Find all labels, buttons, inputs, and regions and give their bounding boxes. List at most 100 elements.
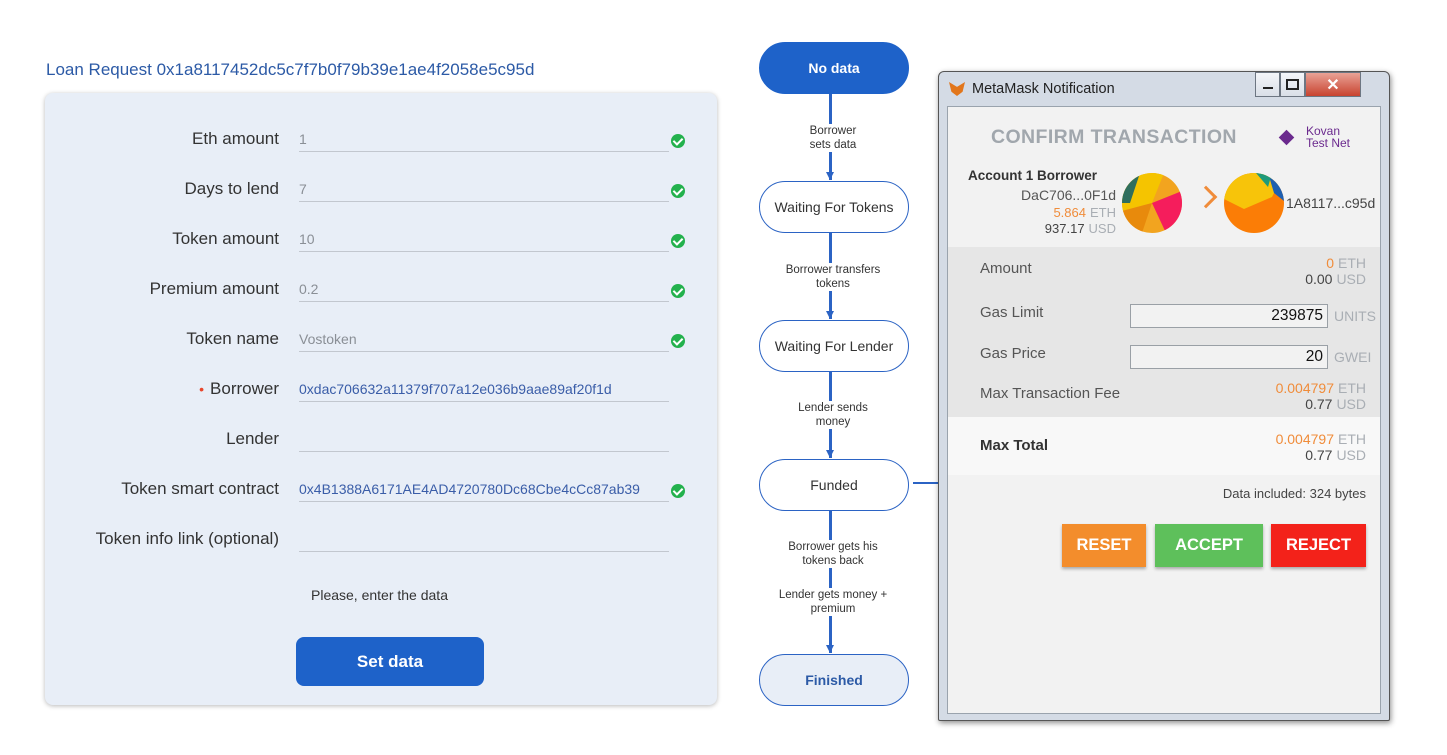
edge-label: Borrower gets his tokens back (760, 540, 906, 568)
form-row-token-amount: Token amount 10 (45, 226, 717, 256)
arrow-down-icon (826, 450, 834, 458)
flow-connector (913, 482, 941, 484)
amount-label: Amount (980, 260, 1032, 277)
valid-check-icon (671, 184, 685, 198)
field-label: • Borrower (199, 379, 279, 399)
eth-amount-input[interactable]: 1 (299, 126, 669, 152)
state-no-data: No data (759, 42, 909, 94)
lender-input[interactable] (299, 426, 669, 452)
arrow-down-icon (826, 645, 834, 653)
amount-value: 0 ETH 0.00 USD (1305, 255, 1366, 287)
usd-unit: USD (1336, 396, 1366, 412)
field-label: Premium amount (149, 279, 279, 298)
account-address: DaC706...0F1d (1021, 187, 1116, 203)
set-data-button[interactable]: Set data (296, 637, 484, 686)
edge-label: Lender sends money (760, 401, 906, 429)
valid-check-icon (671, 134, 685, 148)
reset-button[interactable]: RESET (1062, 524, 1146, 567)
valid-check-icon (671, 334, 685, 348)
account-avatar (1122, 173, 1182, 233)
token-info-link-input[interactable] (299, 526, 669, 552)
field-label: Lender (226, 429, 279, 448)
form-row-eth-amount: Eth amount 1 (45, 126, 717, 156)
required-marker: • (199, 381, 205, 397)
max-total-eth: 0.004797 (1275, 431, 1334, 447)
scrollbar[interactable] (1380, 257, 1381, 637)
eth-unit: ETH (1090, 205, 1116, 220)
recipient-address: 1A8117...c95d (1286, 195, 1376, 211)
close-icon[interactable]: ✕ (1305, 72, 1361, 97)
max-fee-value: 0.004797 ETH 0.77 USD (1276, 380, 1366, 412)
state-waiting-for-tokens: Waiting For Tokens (759, 181, 909, 233)
max-total-usd: 0.77 (1305, 447, 1333, 463)
recipient-avatar (1224, 173, 1284, 233)
fee-details: Amount 0ETH 0.00USD Gas Limit UNITS Gas … (948, 247, 1380, 417)
state-waiting-for-lender: Waiting For Lender (759, 320, 909, 372)
form-row-token-name: Token name Vostoken (45, 326, 717, 356)
gas-price-label: Gas Price (980, 345, 1046, 362)
token-amount-input[interactable]: 10 (299, 226, 669, 252)
minimize-icon[interactable] (1255, 72, 1280, 97)
window-titlebar[interactable]: MetaMask Notification ✕ (939, 72, 1389, 106)
amount-eth: 0 (1326, 255, 1334, 271)
network-type: Test Net (1306, 136, 1351, 150)
data-included-info: Data included: 324 bytes (1222, 486, 1366, 501)
field-label: Token amount (172, 229, 279, 248)
borrower-input[interactable]: 0xdac706632a11379f707a12e036b9aae89af20f… (299, 376, 669, 402)
token-name-input[interactable]: Vostoken (299, 326, 669, 352)
usd-unit: USD (1088, 221, 1116, 236)
field-label: Token smart contract (121, 479, 279, 498)
arrow-down-icon (826, 172, 834, 180)
edge-label: Borrower transfers tokens (760, 263, 906, 291)
reject-button[interactable]: REJECT (1271, 524, 1366, 567)
edge-label: Lender gets money + premium (760, 588, 906, 616)
account-usd-value: 937.17 (1044, 221, 1085, 236)
state-funded: Funded (759, 459, 909, 511)
max-fee-usd: 0.77 (1305, 396, 1333, 412)
state-finished: Finished (759, 654, 909, 706)
network-diamond-icon (1278, 129, 1295, 146)
edge-label: Borrower sets data (760, 124, 906, 152)
form-row-premium-amount: Premium amount 0.2 (45, 276, 717, 306)
max-fee-label: Max Transaction Fee (980, 385, 1121, 402)
loan-request-title: Loan Request 0x1a8117452dc5c7f7b0f79b39e… (46, 60, 535, 79)
loan-form: Eth amount 1 Days to lend 7 Token amount… (45, 93, 717, 705)
amount-usd: 0.00 (1305, 271, 1333, 287)
form-hint: Please, enter the data (311, 587, 448, 603)
max-total-row: Max Total 0.004797 ETH 0.77 USD (948, 417, 1380, 475)
field-label: Token info link (optional) (95, 529, 279, 548)
field-label: Days to lend (184, 179, 280, 198)
valid-check-icon (671, 284, 685, 298)
chevron-right-icon (1194, 185, 1218, 209)
account-eth-balance: 5.864 ETH (1053, 205, 1116, 220)
metamask-content: CONFIRM TRANSACTION Kovan Test Net Accou… (947, 106, 1381, 714)
metamask-fox-icon (949, 82, 965, 96)
gas-limit-input[interactable] (1130, 304, 1328, 328)
token-smart-contract-input[interactable]: 0x4B1388A6171AE4AD4720780Dc68Cbe4cCc87ab… (299, 476, 669, 502)
account-usd-balance: 937.17 USD (1045, 221, 1116, 236)
window-title: MetaMask Notification (972, 81, 1115, 97)
eth-unit: ETH (1338, 255, 1366, 271)
valid-check-icon (671, 484, 685, 498)
eth-unit: ETH (1338, 431, 1366, 447)
form-row-lender: Lender (45, 426, 717, 456)
accept-button[interactable]: ACCEPT (1155, 524, 1263, 567)
max-fee-eth: 0.004797 (1275, 380, 1334, 396)
gas-price-unit: GWEI (1334, 349, 1372, 365)
form-row-days-to-lend: Days to lend 7 (45, 176, 717, 206)
max-total-label: Max Total (980, 437, 1049, 454)
account-name: Account 1 Borrower (968, 168, 1098, 183)
form-row-token-smart-contract: Token smart contract 0x4B1388A6171AE4AD4… (45, 476, 717, 506)
form-row-token-info-link: Token info link (optional) (45, 526, 717, 556)
gas-limit-unit: UNITS (1334, 308, 1376, 324)
field-label-text: Borrower (210, 379, 279, 398)
gas-price-input[interactable] (1130, 345, 1328, 369)
days-to-lend-input[interactable]: 7 (299, 176, 669, 202)
valid-check-icon (671, 234, 685, 248)
usd-unit: USD (1336, 271, 1366, 287)
premium-amount-input[interactable]: 0.2 (299, 276, 669, 302)
maximize-icon[interactable] (1280, 72, 1305, 97)
gas-limit-label: Gas Limit (980, 304, 1044, 321)
network-label: Kovan Test Net (1306, 125, 1350, 149)
arrow-down-icon (826, 311, 834, 319)
